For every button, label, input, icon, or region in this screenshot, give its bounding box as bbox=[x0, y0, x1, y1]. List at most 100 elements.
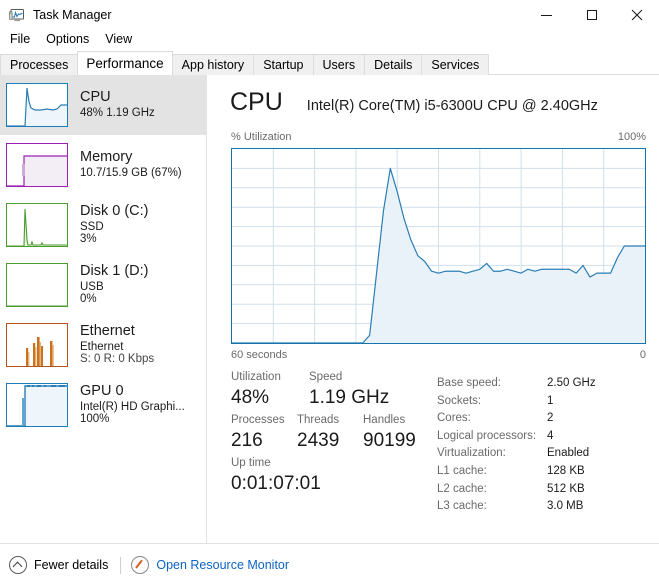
sidebar-item-cpu-title: CPU bbox=[80, 90, 111, 106]
spec-l1-cache-value: 128 KB bbox=[547, 464, 585, 477]
close-icon[interactable] bbox=[614, 0, 659, 30]
menu-item-view[interactable]: View bbox=[97, 30, 140, 49]
sidebar-item-disk0-sub1: SSD bbox=[80, 220, 104, 233]
spec-l2-cache-label: L2 cache: bbox=[437, 482, 487, 495]
spec-l3-cache-label: L3 cache: bbox=[437, 500, 487, 513]
stat-threads: Threads 2439 bbox=[297, 413, 363, 454]
spec-row-virtualization: Virtualization: Enabled bbox=[437, 447, 652, 465]
fewer-details-label: Fewer details bbox=[34, 558, 109, 572]
tab-app-history[interactable]: App history bbox=[171, 54, 255, 75]
spec-logical-processors-value: 4 bbox=[547, 429, 554, 442]
spec-base-speed-value: 2.50 GHz bbox=[547, 377, 596, 389]
menu-item-file[interactable]: File bbox=[2, 30, 38, 49]
stat-handles: Handles 90199 bbox=[363, 413, 443, 454]
fewer-details-button[interactable]: Fewer details bbox=[9, 556, 108, 574]
stat-speed-label: Speed bbox=[309, 371, 343, 383]
spec-l3-cache-value: 3.0 MB bbox=[547, 500, 584, 513]
ethernet-thumbnail-graph bbox=[6, 323, 68, 367]
tab-processes[interactable]: Processes bbox=[0, 54, 79, 75]
sidebar-item-cpu[interactable]: CPU 48% 1.19 GHz bbox=[0, 75, 206, 135]
tab-performance[interactable]: Performance bbox=[77, 51, 173, 75]
cpu-specs-list: Base speed: 2.50 GHz Sockets: 1 Cores: 2… bbox=[437, 377, 652, 518]
spec-l2-cache-value: 512 KB bbox=[547, 482, 585, 495]
spec-row-base-speed: Base speed: 2.50 GHz bbox=[437, 377, 652, 395]
minimize-icon[interactable] bbox=[524, 0, 569, 30]
stat-uptime-label: Up time bbox=[231, 457, 271, 469]
spec-row-l3-cache: L3 cache: 3.0 MB bbox=[437, 500, 652, 518]
sidebar-item-cpu-text: CPU 48% 1.19 GHz bbox=[80, 90, 155, 119]
sidebar-item-memory-sub: 10.7/15.9 GB (67%) bbox=[80, 167, 182, 180]
sidebar-item-disk1-sub2: 0% bbox=[80, 293, 97, 306]
sidebar-item-ethernet-sub1: Ethernet bbox=[80, 340, 124, 353]
status-bar: Fewer details Open Resource Monitor bbox=[0, 543, 659, 586]
open-resource-monitor-label: Open Resource Monitor bbox=[156, 558, 290, 572]
stats-row-uptime: Up time 0:01:07:01 bbox=[231, 456, 431, 497]
graph-x-right-label: 0 bbox=[639, 349, 646, 361]
stat-handles-value: 90199 bbox=[363, 430, 416, 451]
status-bar-divider bbox=[120, 556, 122, 574]
graph-x-left-label: 60 seconds bbox=[231, 349, 288, 361]
spec-cores-label: Cores: bbox=[437, 412, 471, 425]
stat-processes-label: Processes bbox=[231, 414, 285, 426]
sidebar-item-memory-title: Memory bbox=[80, 150, 133, 166]
stats-row-processes-threads-handles: Processes 216 Threads 2439 Handles 90199 bbox=[231, 413, 431, 454]
spec-cores-value: 2 bbox=[547, 412, 554, 425]
sidebar-item-disk1-sub1: USB bbox=[80, 280, 104, 293]
page-title: CPU bbox=[230, 88, 283, 116]
sidebar-item-disk1[interactable]: Disk 1 (D:) USB 0% bbox=[0, 255, 206, 315]
tab-services[interactable]: Services bbox=[421, 54, 490, 75]
sidebar-item-ethernet-title: Ethernet bbox=[80, 324, 135, 340]
sidebar-item-gpu0-sub2: 100% bbox=[80, 413, 110, 426]
graph-top-labels: % Utilization 100% bbox=[231, 131, 646, 143]
tab-strip: Processes Performance App history Startu… bbox=[0, 51, 659, 75]
cpu-utilization-chart-svg bbox=[232, 149, 645, 343]
sidebar-item-memory[interactable]: Memory 10.7/15.9 GB (67%) bbox=[0, 135, 206, 195]
tab-details[interactable]: Details bbox=[364, 54, 423, 75]
sidebar-item-gpu0[interactable]: GPU 0 Intel(R) HD Graphi... 100% bbox=[0, 375, 206, 435]
memory-thumbnail-graph bbox=[6, 143, 68, 187]
stat-uptime-value: 0:01:07:01 bbox=[231, 473, 321, 494]
sidebar-item-ethernet[interactable]: Ethernet Ethernet S: 0 R: 0 Kbps bbox=[0, 315, 206, 375]
sidebar-item-disk0-title: Disk 0 (C:) bbox=[80, 204, 149, 220]
sidebar-item-disk1-title: Disk 1 (D:) bbox=[80, 264, 149, 280]
graph-y-axis-label: % Utilization bbox=[231, 131, 292, 143]
graph-y-max-label: 100% bbox=[617, 131, 646, 143]
menu-bar: File Options View bbox=[0, 29, 659, 50]
sidebar-item-ethernet-text: Ethernet Ethernet S: 0 R: 0 Kbps bbox=[80, 324, 154, 365]
cpu-utilization-graph bbox=[231, 148, 646, 344]
stats-row-utilization-speed: Utilization 48% Speed 1.19 GHz bbox=[231, 370, 431, 411]
resource-sidebar: CPU 48% 1.19 GHz Memory 10.7/15.9 GB (67… bbox=[0, 75, 207, 543]
spec-sockets-value: 1 bbox=[547, 394, 554, 407]
stat-uptime: Up time 0:01:07:01 bbox=[231, 456, 431, 497]
stat-speed: Speed 1.19 GHz bbox=[309, 370, 419, 411]
maximize-icon[interactable] bbox=[569, 0, 614, 30]
open-resource-monitor-link[interactable]: Open Resource Monitor bbox=[131, 556, 289, 574]
spec-base-speed-label: Base speed: bbox=[437, 377, 501, 389]
task-manager-icon bbox=[9, 7, 25, 23]
cpu-stats-left: Utilization 48% Speed 1.19 GHz Processes… bbox=[231, 370, 431, 499]
window-title: Task Manager bbox=[33, 8, 112, 22]
tab-startup[interactable]: Startup bbox=[253, 54, 314, 75]
stat-speed-value: 1.19 GHz bbox=[309, 387, 390, 408]
spec-row-sockets: Sockets: 1 bbox=[437, 395, 652, 413]
stat-handles-label: Handles bbox=[363, 414, 406, 426]
sidebar-item-ethernet-sub2: S: 0 R: 0 Kbps bbox=[80, 353, 155, 366]
sidebar-item-memory-text: Memory 10.7/15.9 GB (67%) bbox=[80, 150, 182, 179]
menu-item-options[interactable]: Options bbox=[38, 30, 97, 49]
content-area: CPU 48% 1.19 GHz Memory 10.7/15.9 GB (67… bbox=[0, 75, 659, 543]
sidebar-item-disk0[interactable]: Disk 0 (C:) SSD 3% bbox=[0, 195, 206, 255]
tab-users[interactable]: Users bbox=[312, 54, 366, 75]
spec-row-cores: Cores: 2 bbox=[437, 412, 652, 430]
sidebar-item-disk0-text: Disk 0 (C:) SSD 3% bbox=[80, 204, 148, 245]
spec-row-l1-cache: L1 cache: 128 KB bbox=[437, 465, 652, 483]
cpu-detail-panel: CPU Intel(R) Core(TM) i5-6300U CPU @ 2.4… bbox=[208, 75, 659, 543]
spec-row-logical-processors: Logical processors: 4 bbox=[437, 430, 652, 448]
stat-processes: Processes 216 bbox=[231, 413, 297, 454]
disk0-thumbnail-graph bbox=[6, 203, 68, 247]
stat-utilization: Utilization 48% bbox=[231, 370, 309, 411]
stat-threads-label: Threads bbox=[297, 414, 340, 426]
cpu-header: CPU Intel(R) Core(TM) i5-6300U CPU @ 2.4… bbox=[230, 88, 650, 117]
stat-utilization-label: Utilization bbox=[231, 371, 281, 383]
sidebar-item-gpu0-title: GPU 0 bbox=[80, 384, 124, 400]
sidebar-item-gpu0-text: GPU 0 Intel(R) HD Graphi... 100% bbox=[80, 384, 185, 425]
